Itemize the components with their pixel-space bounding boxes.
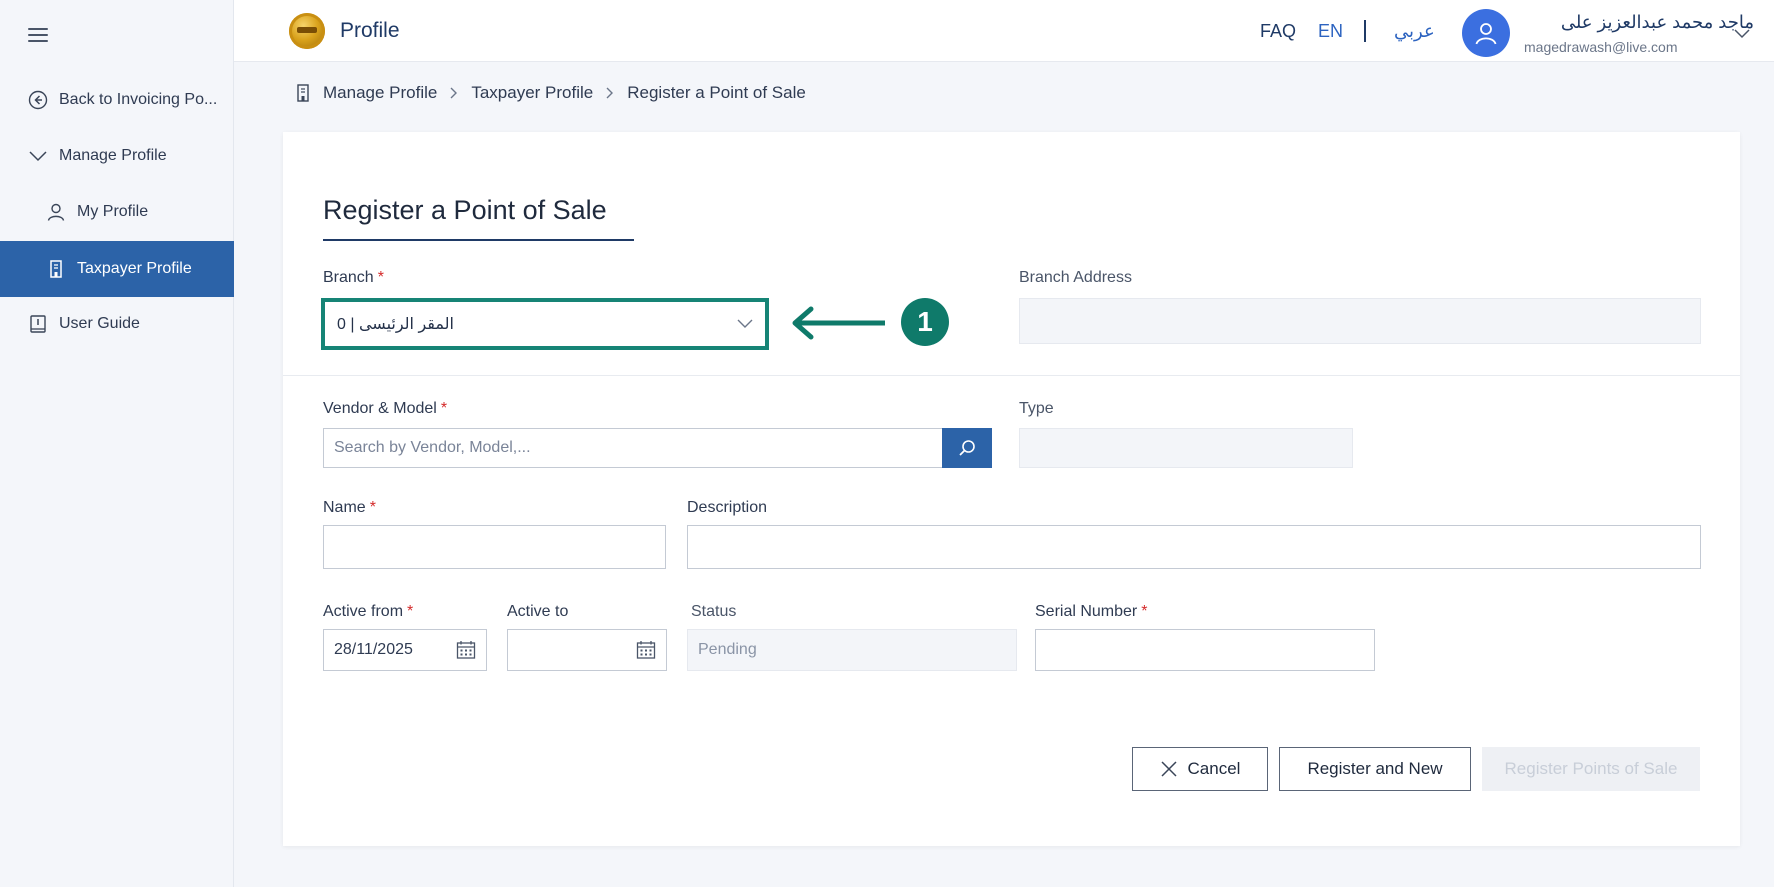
- serial-number-input[interactable]: [1035, 629, 1375, 671]
- description-label: Description: [687, 499, 768, 516]
- chevron-right-icon: [606, 87, 614, 99]
- branch-address-field: [1019, 298, 1701, 344]
- branch-select[interactable]: المقر الرئيسى | 0: [321, 298, 769, 350]
- top-header: Profile FAQ EN عربي ماجد محمد عبدالعزيز …: [234, 0, 1774, 62]
- breadcrumb-taxpayer-profile[interactable]: Taxpayer Profile: [471, 83, 593, 103]
- register-pos-form-card: Register a Point of Sale Branch * المقر ا…: [283, 132, 1740, 846]
- app-title: Profile: [340, 19, 400, 42]
- menu-icon[interactable]: [28, 28, 48, 42]
- user-name: ماجد محمد عبدالعزيز على: [1560, 12, 1754, 32]
- vendor-model-search-input[interactable]: Search by Vendor, Model,...: [323, 428, 943, 468]
- annotation-arrow-icon: [789, 305, 889, 346]
- building-icon: [45, 258, 67, 280]
- calendar-icon[interactable]: [456, 640, 476, 660]
- header-separator: [1364, 20, 1366, 42]
- active-from-date-input[interactable]: 28/11/2025: [323, 629, 487, 671]
- section-divider: [283, 375, 1740, 376]
- register-points-of-sale-button[interactable]: Register Points of Sale: [1482, 747, 1700, 791]
- branch-selected-value: المقر الرئيسى | 0: [337, 316, 454, 333]
- app-logo: [289, 13, 325, 49]
- sidebar-item-label: User Guide: [59, 315, 140, 332]
- sidebar-item-my-profile[interactable]: My Profile: [0, 184, 234, 240]
- sidebar-item-label: Back to Invoicing Po...: [59, 91, 218, 108]
- breadcrumb-manage-profile[interactable]: Manage Profile: [323, 83, 437, 103]
- sidebar-item-manage-profile[interactable]: Manage Profile: [0, 128, 234, 184]
- user-menu-chevron-icon[interactable]: [1734, 26, 1750, 44]
- user-icon: [45, 201, 67, 223]
- user-avatar-icon: [1475, 23, 1497, 45]
- sidebar: Back to Invoicing Po... Manage Profile M…: [0, 0, 234, 887]
- active-to-label: Active to: [507, 603, 569, 620]
- vendor-model-label: Vendor & Model *: [323, 400, 448, 417]
- type-field: [1019, 428, 1353, 468]
- vendor-search-button[interactable]: [942, 428, 992, 468]
- sidebar-item-back-to-invoicing[interactable]: Back to Invoicing Po...: [0, 72, 234, 128]
- calendar-icon[interactable]: [636, 640, 656, 660]
- name-input[interactable]: [323, 525, 666, 569]
- status-label: Status: [691, 603, 737, 620]
- active-from-label: Active from *: [323, 603, 414, 620]
- back-circle-icon: [27, 89, 49, 111]
- chevron-right-icon: [450, 87, 458, 99]
- building-icon: [295, 84, 311, 102]
- sidebar-item-label: Manage Profile: [59, 147, 167, 164]
- active-to-date-input[interactable]: [507, 629, 667, 671]
- faq-link[interactable]: FAQ: [1260, 21, 1296, 42]
- lang-en-link[interactable]: EN: [1318, 21, 1343, 42]
- book-icon: [27, 313, 49, 335]
- name-label: Name *: [323, 499, 376, 516]
- search-icon: [959, 440, 975, 456]
- register-and-new-button[interactable]: Register and New: [1279, 747, 1471, 791]
- annotation-number-badge: 1: [901, 298, 949, 346]
- status-field: Pending: [687, 629, 1017, 671]
- lang-ar-link[interactable]: عربي: [1394, 21, 1435, 42]
- type-label: Type: [1019, 400, 1054, 417]
- close-icon: [1160, 760, 1178, 778]
- breadcrumb: Manage Profile Taxpayer Profile Register…: [295, 83, 806, 103]
- breadcrumb-current: Register a Point of Sale: [627, 83, 806, 102]
- serial-number-label: Serial Number *: [1035, 603, 1148, 620]
- sidebar-item-label: Taxpayer Profile: [77, 260, 192, 277]
- branch-address-label: Branch Address: [1019, 269, 1132, 286]
- page-title: Register a Point of Sale: [323, 195, 607, 225]
- title-underline: [323, 239, 634, 241]
- sidebar-item-user-guide[interactable]: User Guide: [0, 296, 234, 352]
- user-email: magedrawash@live.com: [1524, 39, 1678, 55]
- branch-label: Branch *: [323, 269, 384, 286]
- avatar[interactable]: [1462, 9, 1510, 57]
- chevron-down-icon: [737, 319, 753, 329]
- description-input[interactable]: [687, 525, 1701, 569]
- chevron-down-icon: [27, 145, 49, 167]
- cancel-button[interactable]: Cancel: [1132, 747, 1268, 791]
- sidebar-item-label: My Profile: [77, 203, 149, 220]
- sidebar-item-taxpayer-profile[interactable]: Taxpayer Profile: [0, 241, 234, 297]
